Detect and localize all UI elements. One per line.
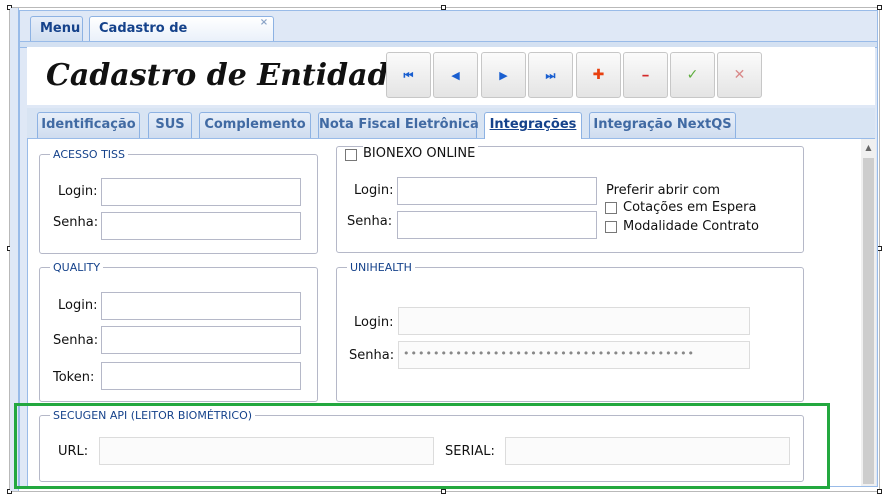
tab-nota-fiscal-label: Nota Fiscal Eletrônica bbox=[319, 117, 479, 132]
quality-senha-label: Senha: bbox=[53, 333, 99, 348]
modalidade-contrato-label: Modalidade Contrato bbox=[623, 219, 759, 234]
bionexo-login-label: Login: bbox=[354, 183, 394, 198]
cotacoes-espera-checkbox[interactable] bbox=[605, 202, 617, 214]
bionexo-enable-checkbox[interactable] bbox=[345, 149, 357, 161]
tab-cadastro-entidades[interactable]: Cadastro de Entidades bbox=[89, 16, 274, 60]
modalidade-contrato-checkbox[interactable] bbox=[605, 221, 617, 233]
unihealth-login-input[interactable] bbox=[398, 307, 750, 335]
tab-complemento[interactable]: Complemento bbox=[199, 112, 311, 138]
quality-login-input[interactable] bbox=[101, 292, 301, 320]
add-button[interactable]: ✚ bbox=[576, 52, 621, 98]
bionexo-senha-label: Senha: bbox=[347, 214, 393, 229]
tab-integracoes[interactable]: Integrações bbox=[484, 112, 582, 139]
tab-nextqs-label: Integração NextQS bbox=[593, 117, 732, 132]
close-icon: ✕ bbox=[733, 67, 746, 83]
unihealth-senha-value: ••••••••••••••••••••••••••••••••••••••• bbox=[403, 347, 696, 360]
tab-menu-label: Menu bbox=[40, 21, 81, 36]
plus-icon: ✚ bbox=[592, 67, 605, 83]
first-record-button[interactable]: ⏮ bbox=[386, 52, 431, 98]
minus-icon: ━ bbox=[642, 71, 649, 82]
acesso-tiss-legend: ACESSO TISS bbox=[53, 148, 126, 161]
first-icon: ⏮ bbox=[403, 69, 414, 82]
tab-sus[interactable]: SUS bbox=[148, 112, 192, 138]
cotacoes-espera-label: Cotações em Espera bbox=[623, 200, 757, 215]
quality-login-label: Login: bbox=[58, 298, 98, 313]
bionexo-senha-input[interactable] bbox=[397, 211, 597, 239]
check-icon: ✓ bbox=[686, 67, 699, 83]
acesso-tiss-senha-label: Senha: bbox=[53, 215, 99, 230]
next-record-button[interactable]: ▶ bbox=[481, 52, 526, 98]
tab-complemento-label: Complemento bbox=[204, 117, 306, 132]
confirm-button[interactable]: ✓ bbox=[670, 52, 715, 98]
scroll-up-icon[interactable]: ▲ bbox=[861, 141, 876, 155]
cancel-button[interactable]: ✕ bbox=[717, 52, 762, 98]
previous-icon: ◀ bbox=[451, 69, 460, 82]
unihealth-login-label: Login: bbox=[354, 315, 394, 330]
bionexo-legend: BIONEXO ONLINE bbox=[363, 146, 479, 161]
preferir-abrir-label: Preferir abrir com bbox=[606, 183, 721, 198]
tab-integracoes-label: Integrações bbox=[489, 117, 577, 132]
unihealth-senha-label: Senha: bbox=[349, 348, 395, 363]
tab-nota-fiscal[interactable]: Nota Fiscal Eletrônica bbox=[318, 112, 479, 138]
acesso-tiss-login-input[interactable] bbox=[101, 178, 301, 206]
page-title: Cadastro de Entidades bbox=[46, 58, 425, 93]
tab-identificacao[interactable]: Identificação bbox=[37, 112, 140, 138]
acesso-tiss-senha-input[interactable] bbox=[101, 212, 301, 240]
close-tab-icon[interactable]: × bbox=[258, 17, 270, 29]
highlight-box bbox=[14, 403, 830, 489]
tab-menu[interactable]: Menu bbox=[30, 16, 83, 42]
bionexo-login-input[interactable] bbox=[397, 177, 597, 205]
quality-legend: QUALITY bbox=[53, 261, 101, 274]
acesso-tiss-login-label: Login: bbox=[58, 184, 98, 199]
previous-record-button[interactable]: ◀ bbox=[433, 52, 478, 98]
quality-token-label: Token: bbox=[53, 370, 95, 385]
quality-token-input[interactable] bbox=[101, 362, 301, 390]
last-icon: ⏭ bbox=[545, 69, 556, 82]
last-record-button[interactable]: ⏭ bbox=[528, 52, 573, 98]
resize-handle[interactable] bbox=[441, 489, 446, 494]
next-icon: ▶ bbox=[499, 69, 508, 82]
tab-sus-label: SUS bbox=[155, 117, 185, 132]
tab-integracao-nextqs[interactable]: Integração NextQS bbox=[589, 112, 736, 138]
quality-senha-input[interactable] bbox=[101, 326, 301, 354]
tab-identificacao-label: Identificação bbox=[41, 117, 136, 132]
scrollbar-thumb[interactable] bbox=[863, 158, 874, 484]
resize-handle[interactable] bbox=[877, 489, 882, 494]
remove-button[interactable]: ━ bbox=[623, 52, 668, 98]
unihealth-legend: UNIHEALTH bbox=[350, 261, 412, 274]
